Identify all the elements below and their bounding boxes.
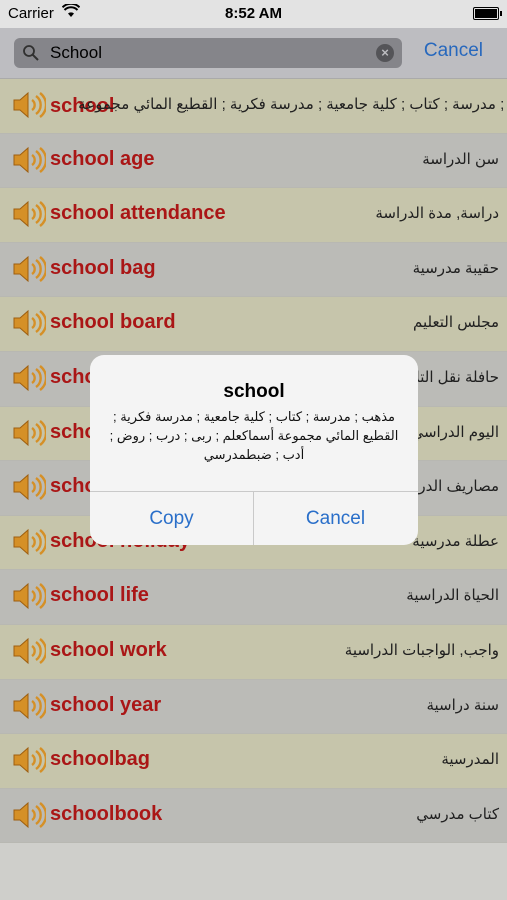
entry-word: school attendance [50,202,226,225]
entry-translation: مجلس التعليم [413,314,499,332]
dialog-title: school [223,381,285,402]
entry-word: school board [50,311,176,334]
speaker-icon[interactable] [12,419,48,447]
list-item[interactable]: school bag حقيبة مدرسية [0,242,507,298]
search-query[interactable]: School [50,43,102,63]
entry-word: school life [50,584,149,607]
entry-word: school year [50,693,162,716]
speaker-icon[interactable] [12,473,48,501]
entry-translation: كتاب مدرسي [416,805,499,823]
dialog-cancel-button[interactable]: Cancel [254,492,417,545]
list-item[interactable]: school مذهب ; مدرسة ; كتاب ; كلية جامعية … [0,79,507,134]
status-time: 8:52 AM [225,5,282,22]
list-item[interactable]: schoolbag المدرسية [0,734,507,789]
entry-word: schoolbook [50,802,163,825]
entry-translation: حقيبة مدرسية [412,259,499,277]
entry-translation: الحياة الدراسية [406,587,499,605]
entry-word: school work [50,638,167,661]
entry-dialog: school مذهب ; مدرسة ; كتاب ; كلية جامعية… [90,355,418,545]
battery-icon [473,7,502,20]
entry-translation: المدرسية [441,751,499,769]
search-cancel-button[interactable]: Cancel [424,40,483,62]
list-item[interactable]: school attendance دراسة, مدة الدراسة [0,188,507,243]
list-item[interactable]: school age سن الدراسة [0,133,507,189]
speaker-icon[interactable] [12,309,48,337]
speaker-icon[interactable] [12,200,48,228]
speaker-icon[interactable] [12,746,48,774]
speaker-icon[interactable] [12,582,48,610]
speaker-icon[interactable] [12,692,48,720]
speaker-icon[interactable] [12,801,48,829]
list-item[interactable]: school board مجلس التعليم [0,297,507,352]
speaker-icon[interactable] [12,637,48,665]
speaker-icon[interactable] [12,255,48,283]
entry-translation: واجب, الواجبات الدراسية [344,641,499,659]
search-input[interactable]: School × [14,38,402,68]
search-icon [22,44,40,67]
dialog-buttons: Copy Cancel [90,491,418,545]
entry-translation: عطلة مدرسية [412,532,499,550]
entry-word: school age [50,147,155,170]
speaker-icon[interactable] [12,528,48,556]
entry-translation: سن الدراسة [422,150,499,168]
list-item[interactable]: school work واجب, الواجبات الدراسية [0,624,507,680]
list-item[interactable]: schoolbook كتاب مدرسي [0,788,507,844]
entry-word: school bag [50,256,156,279]
list-item[interactable]: school year سنة دراسية [0,679,507,735]
entry-word: schoolbag [50,748,151,771]
speaker-icon[interactable] [12,91,48,119]
speaker-icon[interactable] [12,146,48,174]
entry-translation: سنة دراسية [426,696,499,714]
speaker-icon[interactable] [12,364,48,392]
clear-icon[interactable]: × [376,44,394,62]
entry-translation: اليوم الدراسي [411,423,499,441]
search-bar: School × Cancel [0,28,507,79]
dialog-message: مذهب ; مدرسة ; كتاب ; كلية جامعية ; مدرس… [109,409,399,462]
copy-button[interactable]: Copy [90,492,254,545]
status-bar: Carrier 8:52 AM [0,0,507,28]
entry-translation: دراسة, مدة الدراسة [375,205,499,223]
list-item[interactable]: school life الحياة الدراسية [0,570,507,625]
entry-translation: مذهب ; مدرسة ; كتاب ; كلية جامعية ; مدرس… [78,96,507,113]
